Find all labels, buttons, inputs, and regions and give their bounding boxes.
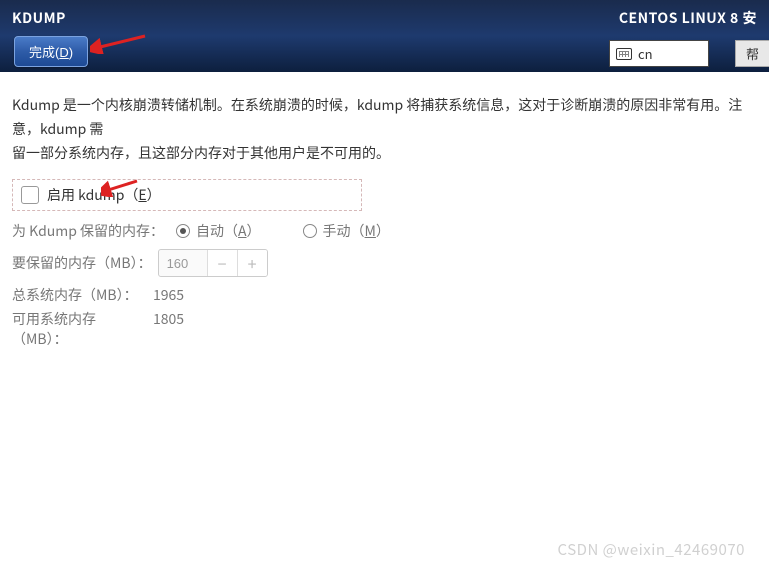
manual-radio-label: 手动（M） [323, 221, 390, 241]
reserve-amount-label: 要保留的内存（MB）： [12, 253, 152, 273]
kdump-description: Kdump 是一个内核崩溃转储机制。在系统崩溃的时候，kdump 将捕获系统信息… [12, 94, 757, 165]
total-memory-row: 总系统内存（MB）： 1965 [12, 285, 757, 305]
usable-memory-value: 1805 [153, 309, 184, 349]
usable-memory-row: 可用系统内存（MB）： 1805 [12, 309, 757, 349]
manual-radio[interactable] [303, 224, 317, 238]
enable-kdump-checkbox[interactable] [21, 186, 39, 204]
manual-radio-group[interactable]: 手动（M） [303, 221, 390, 241]
auto-radio-group[interactable]: 自动（A） [176, 221, 261, 241]
total-memory-value: 1965 [153, 285, 184, 305]
spin-down-button[interactable]: − [207, 250, 237, 276]
reserve-amount-row: 要保留的内存（MB）： − + [12, 249, 757, 277]
enable-kdump-row: 启用 kdump（E） [12, 179, 362, 211]
keyboard-icon [616, 48, 632, 60]
distro-label: CENTOS LINUX 8 安 [619, 8, 757, 28]
auto-radio[interactable] [176, 224, 190, 238]
annotation-arrow-done [90, 28, 150, 54]
auto-radio-label: 自动（A） [196, 221, 261, 241]
keyboard-layout-indicator[interactable]: cn [609, 40, 709, 67]
done-button[interactable]: 完成(D) [14, 36, 88, 67]
page-title: KDUMP [12, 8, 66, 28]
enable-kdump-label: 启用 kdump（E） [47, 185, 161, 205]
usable-memory-label: 可用系统内存（MB）： [12, 309, 147, 349]
help-button[interactable]: 帮 [735, 40, 769, 67]
spin-up-button[interactable]: + [237, 250, 267, 276]
keyboard-layout-code: cn [638, 44, 653, 63]
reserve-mode-row: 为 Kdump 保留的内存： 自动（A） 手动（M） [12, 221, 757, 241]
reserve-label: 为 Kdump 保留的内存： [12, 221, 164, 241]
reserve-spinbox: − + [158, 249, 268, 277]
top-bar: KDUMP CENTOS LINUX 8 安 完成(D) cn 帮 [0, 0, 769, 72]
reserve-input[interactable] [159, 250, 207, 276]
total-memory-label: 总系统内存（MB）： [12, 285, 147, 305]
watermark: CSDN @weixin_42469070 [558, 539, 745, 560]
content-area: Kdump 是一个内核崩溃转储机制。在系统崩溃的时候，kdump 将捕获系统信息… [0, 72, 769, 365]
